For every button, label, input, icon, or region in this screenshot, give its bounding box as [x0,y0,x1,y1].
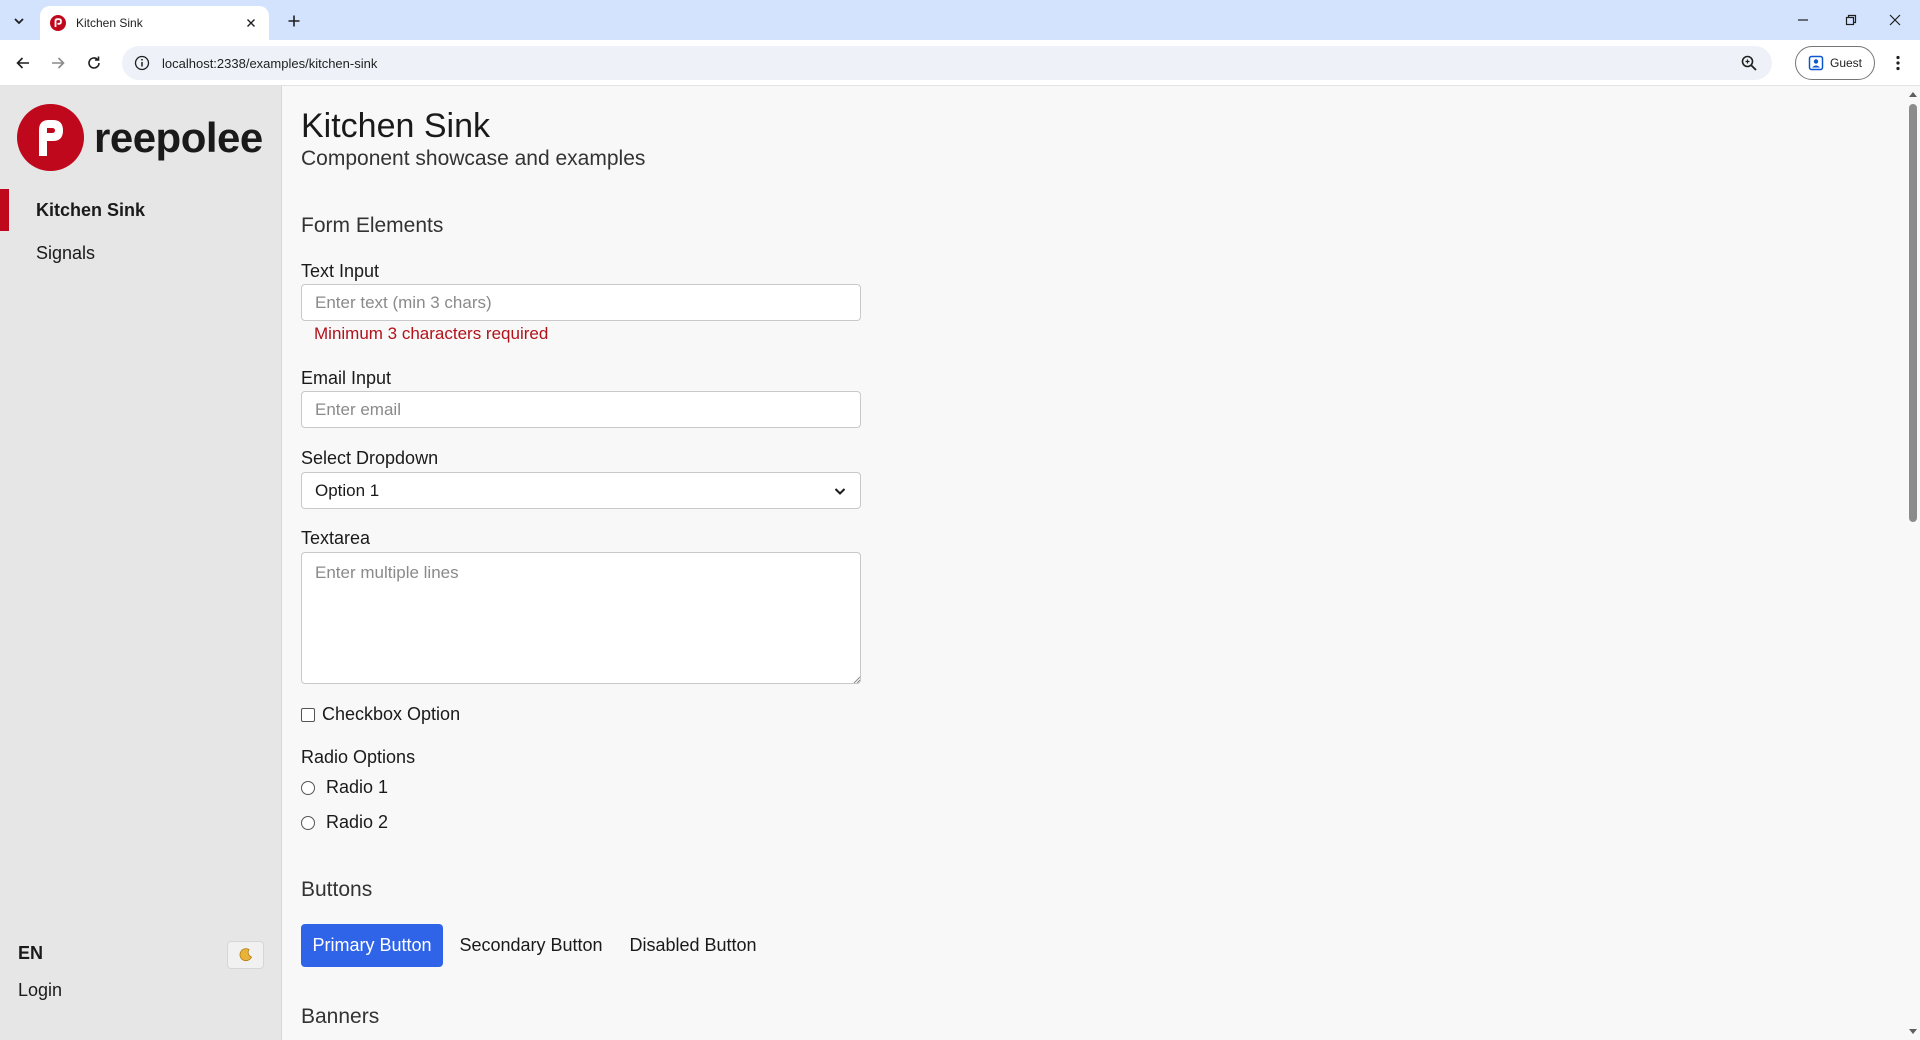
browser-tab[interactable]: Kitchen Sink [40,6,269,40]
brand-logo[interactable]: reepolee [17,104,263,171]
main-content: Kitchen Sink Component showcase and exam… [282,86,1906,1040]
checkbox-label: Checkbox Option [322,704,461,724]
back-button[interactable] [9,49,37,77]
url-text[interactable]: localhost:2338/examples/kitchen-sink [162,56,377,71]
radio-option-1[interactable]: Radio 1 [301,777,388,798]
login-link[interactable]: Login [18,980,62,1001]
reload-icon [88,56,100,69]
arrow-left-icon [16,57,29,69]
reload-button[interactable] [80,49,108,77]
buttons-section-title: Buttons [301,878,373,901]
close-icon [1889,14,1901,26]
radio-option-2[interactable]: Radio 2 [301,812,388,833]
plus-icon [288,15,300,27]
radio-button[interactable] [301,815,315,830]
minimize-button[interactable] [1780,6,1826,34]
disabled-button: Disabled Button [629,935,757,955]
scroll-down-icon[interactable] [1908,1027,1918,1037]
email-input[interactable] [301,391,861,428]
browser-menu-button[interactable] [1884,49,1912,77]
text-input-error: Minimum 3 characters required [314,324,549,343]
address-bar[interactable]: localhost:2338/examples/kitchen-sink [122,46,1772,80]
page-subtitle: Component showcase and examples [301,147,646,170]
form-section-title: Form Elements [301,214,444,237]
radio-label: Radio 2 [326,812,389,832]
sidebar-item-label: Signals [36,242,96,263]
arrow-right-icon [52,57,65,69]
browser-toolbar: localhost:2338/examples/kitchen-sink Gue… [0,40,1920,86]
favicon-icon [50,15,66,31]
sidebar-item-signals[interactable]: Signals [0,232,282,274]
chevron-down-icon [834,487,846,495]
text-input-label: Text Input [301,261,380,281]
select-label: Select Dropdown [301,448,439,468]
sidebar-item-label: Kitchen Sink [36,199,146,220]
restore-button[interactable] [1828,6,1874,34]
forward-button[interactable] [44,49,72,77]
profile-icon [1808,55,1824,71]
radio-group-label: Radio Options [301,747,416,767]
tab-close-button[interactable] [243,15,259,31]
moon-icon [239,948,252,962]
language-switcher[interactable]: EN [18,943,43,964]
scroll-up-icon[interactable] [1908,89,1918,99]
chevron-down-icon [14,18,24,25]
logo-mark-icon [17,104,84,171]
close-window-button[interactable] [1872,6,1918,34]
checkbox-option[interactable]: Checkbox Option [301,704,460,725]
resize-grip-icon[interactable] [851,674,861,684]
email-input-label: Email Input [301,368,392,388]
restore-icon [1845,14,1857,26]
text-input[interactable] [301,284,861,321]
textarea[interactable] [301,552,861,684]
minimize-icon [1798,19,1808,21]
profile-button[interactable]: Guest [1795,46,1875,80]
banners-section-title: Banners [301,1005,380,1028]
tab-title: Kitchen Sink [76,16,143,30]
scrollbar-thumb[interactable] [1909,104,1917,522]
profile-label: Guest [1829,56,1862,70]
close-icon [247,19,255,27]
tab-search-button[interactable] [6,8,32,34]
zoom-icon[interactable] [1740,54,1758,72]
secondary-button[interactable]: Secondary Button [450,924,612,967]
radio-label: Radio 1 [326,777,389,797]
browser-tab-strip: Kitchen Sink [0,0,1920,40]
theme-toggle-button[interactable] [227,941,264,969]
page-title: Kitchen Sink [301,107,490,145]
brand-name: reepolee [94,113,263,161]
checkbox[interactable] [301,707,315,722]
textarea-label: Textarea [301,528,371,548]
radio-button[interactable] [301,780,315,795]
more-vertical-icon [1896,55,1900,71]
web-page: reepolee Kitchen Sink Signals EN Login K… [0,86,1920,1040]
primary-button[interactable]: Primary Button [301,924,443,967]
info-icon[interactable] [134,55,150,71]
sidebar-item-kitchen-sink[interactable]: Kitchen Sink [0,189,282,231]
select-value: Option 1 [315,480,380,500]
sidebar: reepolee Kitchen Sink Signals EN Login [0,86,282,1040]
new-tab-button[interactable] [282,9,306,33]
select-dropdown[interactable]: Option 1 [301,472,861,509]
page-scrollbar[interactable] [1906,86,1920,1040]
